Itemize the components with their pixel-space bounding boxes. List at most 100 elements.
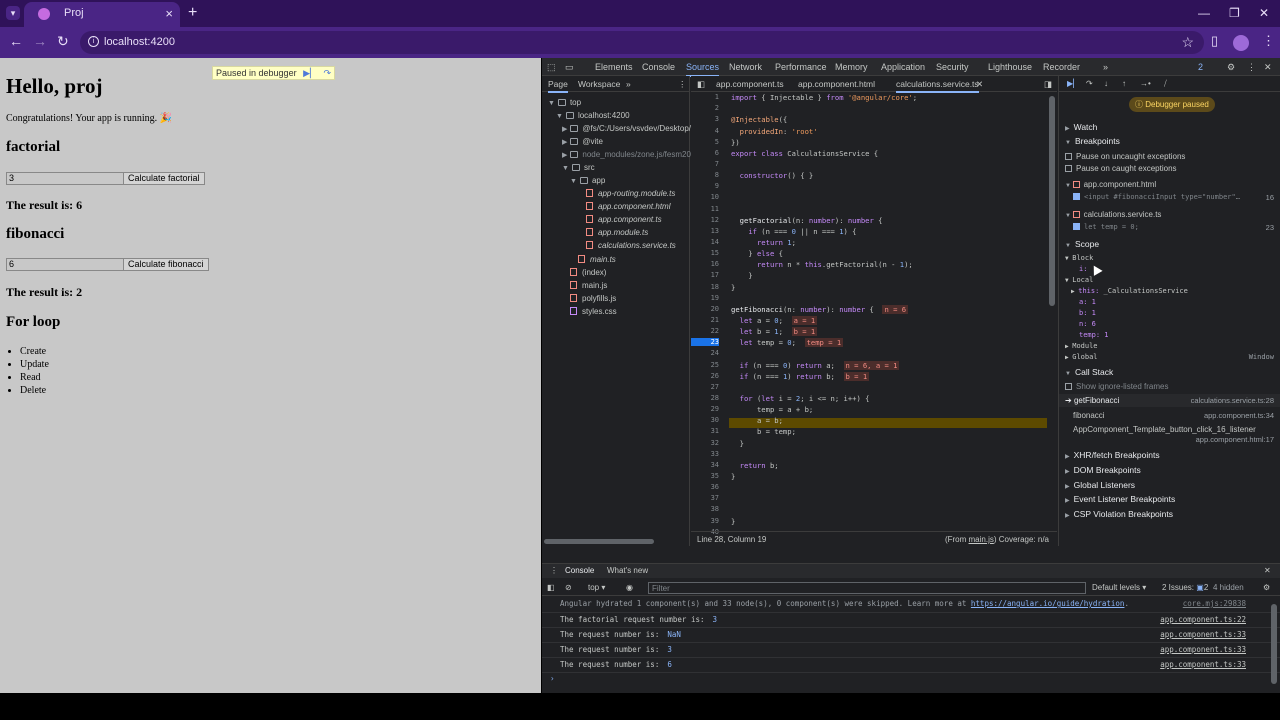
more-subtabs-icon[interactable]: » — [626, 79, 631, 89]
call-frame-location[interactable]: app.component.ts:34 — [1204, 411, 1274, 420]
live-expression-eye-icon[interactable]: ◉ — [626, 583, 633, 592]
address-bar[interactable]: i localhost:4200 ☆ — [80, 31, 1204, 54]
new-tab-icon[interactable]: + — [188, 4, 197, 22]
issues-badge[interactable]: 2 — [1198, 62, 1203, 72]
csp-breakpoints-section[interactable]: ▶ CSP Violation Breakpoints — [1065, 509, 1173, 519]
breakpoint-file[interactable]: ▼ calculations.service.ts — [1065, 210, 1161, 219]
breakpoint-file[interactable]: ▼ app.component.html — [1065, 180, 1156, 189]
tree-file[interactable]: calculations.service.ts — [586, 241, 676, 250]
issues-button[interactable]: 2 Issues: ▣2 — [1162, 583, 1208, 592]
tree-file[interactable]: (index) — [570, 268, 606, 277]
deactivate-breakpoints-icon[interactable]: ⧸ — [1164, 79, 1167, 89]
drawer-tab-console[interactable]: Console — [565, 566, 594, 575]
tree-file[interactable]: app.component.html — [586, 202, 671, 211]
console-prompt[interactable]: › — [550, 674, 555, 683]
tree-src[interactable]: ▼ src — [562, 163, 595, 172]
tab-network[interactable]: Network — [729, 62, 762, 72]
tree-file[interactable]: polyfills.js — [570, 294, 616, 303]
minimize-icon[interactable]: — — [1198, 6, 1210, 20]
side-panel-icon[interactable]: ▯ — [1211, 33, 1218, 49]
breakpoint-marker[interactable]: 23 — [691, 338, 719, 346]
tree-file[interactable]: app.component.ts — [586, 215, 662, 224]
source-code[interactable]: import { Injectable } from '@angular/cor… — [731, 93, 1047, 531]
scope-var[interactable]: n: 6 — [1079, 320, 1096, 328]
scope-var-i[interactable]: i: — [1079, 265, 1087, 273]
restore-icon[interactable]: ❐ — [1229, 6, 1240, 20]
tab-sources[interactable]: Sources — [686, 62, 720, 77]
factorial-input[interactable]: 3 — [6, 172, 124, 185]
tree-node-modules[interactable]: ▶ node_modules/zone.js/fesm20 — [562, 150, 691, 159]
inspect-icon[interactable]: ⬚ — [547, 62, 556, 73]
clear-console-icon[interactable]: ⊘ — [565, 583, 572, 592]
breakpoints-section[interactable]: ▼ Breakpoints — [1065, 136, 1120, 146]
tree-host[interactable]: ▼ localhost:4200 — [556, 111, 630, 120]
reload-icon[interactable]: ↻ — [57, 33, 69, 50]
scope-var[interactable]: b: 1 — [1079, 309, 1096, 317]
scope-module[interactable]: ▶ Module — [1065, 342, 1098, 350]
call-frame[interactable]: fibonacci — [1073, 411, 1105, 420]
step-out-icon[interactable]: ↑ — [1122, 79, 1126, 88]
tree-fs[interactable]: ▶ @fs/C:/Users/vsvdev/Desktop/ — [562, 124, 691, 133]
tree-file[interactable]: app.module.ts — [586, 228, 648, 237]
console-source-link[interactable]: app.component.ts:33 — [1160, 630, 1246, 639]
tree-file[interactable]: app-routing.module.ts — [586, 189, 675, 198]
drawer-close-icon[interactable]: ✕ — [1264, 566, 1271, 575]
browser-menu-icon[interactable]: ⋮ — [1262, 33, 1275, 49]
scope-this[interactable]: ▶ this: _CalculationsService — [1071, 287, 1188, 295]
call-frame-location[interactable]: calculations.service.ts:28 — [1191, 396, 1274, 405]
device-toggle-icon[interactable]: ▭ — [565, 62, 574, 73]
toggle-navigator-icon[interactable]: ◧ — [697, 79, 705, 90]
log-levels-dropdown[interactable]: Default levels ▾ — [1092, 583, 1146, 592]
settings-gear-icon[interactable]: ⚙ — [1227, 62, 1235, 73]
tree-file[interactable]: main.ts — [578, 255, 616, 264]
toggle-debugger-icon[interactable]: ◨ — [1044, 79, 1052, 90]
more-tabs-icon[interactable]: » — [1103, 62, 1108, 72]
console-settings-icon[interactable]: ⚙ — [1263, 583, 1270, 592]
tab-elements[interactable]: Elements — [595, 62, 633, 72]
tree-app[interactable]: ▼ app — [570, 176, 605, 185]
editor-tab[interactable]: app.component.ts — [716, 79, 784, 89]
console-source-link[interactable]: core.mjs:29838 — [1183, 599, 1246, 608]
breakpoint-entry[interactable]: <input #fibonacciInput type="number"… — [1073, 193, 1240, 201]
tree-file[interactable]: main.js — [570, 281, 607, 290]
tab-memory[interactable]: Memory — [835, 62, 868, 72]
fibonacci-input[interactable]: 6 — [6, 258, 124, 271]
scope-var[interactable]: a: 1 — [1079, 298, 1096, 306]
editor-tab[interactable]: app.component.html — [798, 79, 875, 89]
tab-performance[interactable]: Performance — [775, 62, 827, 72]
step-over-icon[interactable]: ↷ — [1086, 79, 1093, 88]
navigator-menu-icon[interactable]: ⋮ — [678, 79, 687, 90]
site-info-icon[interactable]: i — [88, 36, 99, 47]
scope-section[interactable]: ▼ Scope — [1065, 239, 1099, 249]
pause-uncaught-checkbox[interactable]: Pause on uncaught exceptions — [1065, 152, 1185, 161]
console-source-link[interactable]: app.component.ts:33 — [1160, 660, 1246, 669]
console-source-link[interactable]: app.component.ts:22 — [1160, 615, 1246, 624]
call-frame[interactable]: AppComponent_Template_button_click_16_li… — [1073, 425, 1256, 434]
xhr-breakpoints-section[interactable]: ▶ XHR/fetch Breakpoints — [1065, 450, 1160, 460]
scope-var[interactable]: temp: 1 — [1079, 331, 1109, 339]
calculate-fibonacci-button[interactable]: Calculate fibonacci — [123, 258, 209, 271]
tab-security[interactable]: Security — [936, 62, 969, 72]
console-scrollbar[interactable] — [1271, 604, 1277, 684]
tab-recorder[interactable]: Recorder — [1043, 62, 1080, 72]
forward-icon[interactable]: → — [33, 33, 47, 49]
devtools-close-icon[interactable]: ✕ — [1264, 62, 1272, 73]
scope-block[interactable]: ▼ Block — [1065, 254, 1093, 262]
scope-local[interactable]: ▼ Local — [1065, 276, 1093, 284]
sidebar-toggle-icon[interactable]: ◧ — [547, 583, 555, 592]
source-map-link[interactable]: main.js — [969, 535, 994, 544]
dom-breakpoints-section[interactable]: ▶ DOM Breakpoints — [1065, 465, 1141, 475]
context-selector[interactable]: top ▾ — [588, 583, 605, 592]
tab-console[interactable]: Console — [642, 62, 675, 72]
call-frame-location[interactable]: app.component.html:17 — [1196, 435, 1274, 444]
tree-vite[interactable]: ▶ @vite — [562, 137, 603, 146]
console-source-link[interactable]: app.component.ts:33 — [1160, 645, 1246, 654]
breakpoint-entry[interactable]: let temp = 0; — [1073, 223, 1139, 231]
step-icon[interactable]: →• — [1140, 79, 1151, 88]
drawer-tab-whats-new[interactable]: What's new — [607, 566, 648, 575]
resume-icon[interactable]: ▶▏ — [303, 68, 317, 78]
pause-caught-checkbox[interactable]: Pause on caught exceptions — [1065, 164, 1177, 173]
drawer-menu-icon[interactable]: ⋮ — [550, 566, 558, 575]
call-stack-section[interactable]: ▼ Call Stack — [1065, 367, 1113, 377]
global-listeners-section[interactable]: ▶ Global Listeners — [1065, 480, 1135, 490]
